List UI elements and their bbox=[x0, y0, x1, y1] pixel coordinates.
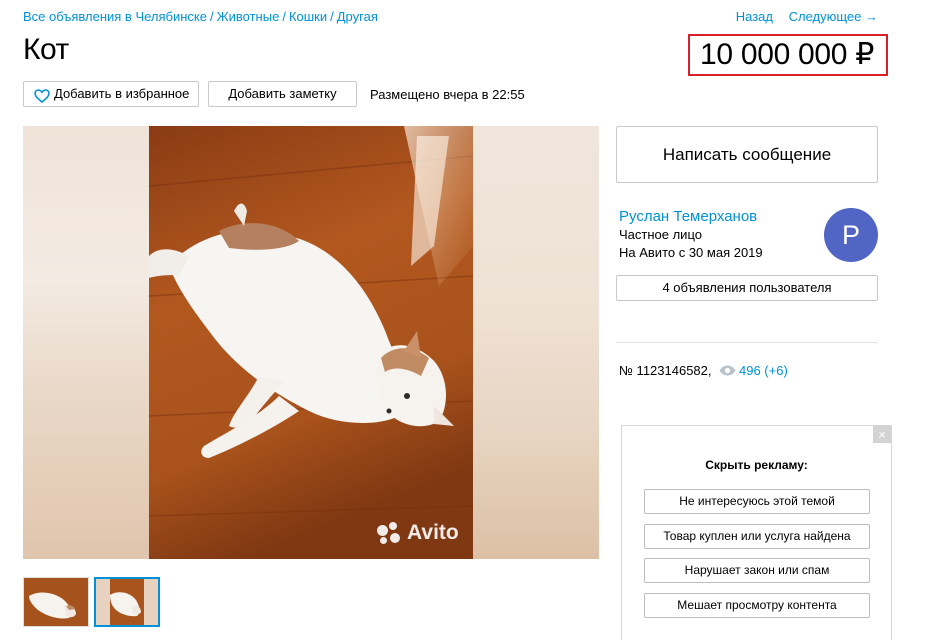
item-navigation: Назад Следующее → bbox=[724, 9, 878, 24]
hide-ad-option-obstructs-content[interactable]: Мешает просмотру контента bbox=[644, 593, 870, 618]
add-to-favorites-button[interactable]: Добавить в избранное bbox=[23, 81, 199, 107]
photo-thumbnail-2[interactable] bbox=[94, 577, 160, 627]
seller-name-link[interactable]: Руслан Темерханов bbox=[619, 208, 757, 225]
cat-photo bbox=[149, 126, 473, 559]
view-count-value: 496 (+6) bbox=[739, 363, 788, 378]
breadcrumb-link-all[interactable]: Все объявления в Челябинске bbox=[23, 9, 207, 24]
write-message-button[interactable]: Написать сообщение bbox=[616, 126, 878, 183]
seller-type: Частное лицо bbox=[619, 227, 702, 242]
view-count: 496 (+6) bbox=[719, 363, 788, 378]
price-highlight-box: 10 000 000 ₽ bbox=[688, 34, 888, 76]
breadcrumb-link-animals[interactable]: Животные bbox=[217, 9, 280, 24]
breadcrumb-link-cats[interactable]: Кошки bbox=[289, 9, 327, 24]
divider bbox=[616, 342, 878, 343]
hide-ad-title: Скрыть рекламу: bbox=[705, 458, 808, 472]
photo-thumbnail-1[interactable] bbox=[23, 577, 89, 627]
next-link[interactable]: Следующее → bbox=[789, 9, 878, 24]
avito-watermark: Avito bbox=[377, 521, 459, 545]
heart-icon bbox=[34, 87, 50, 104]
avatar[interactable]: Р bbox=[824, 208, 878, 262]
breadcrumb-separator: / bbox=[210, 9, 214, 24]
photo-blur-right bbox=[473, 126, 599, 559]
back-link[interactable]: Назад bbox=[736, 9, 773, 24]
ad-number: № 1123146582, bbox=[619, 363, 712, 378]
breadcrumb-separator: / bbox=[330, 9, 334, 24]
hide-ad-option-violates-law[interactable]: Нарушает закон или спам bbox=[644, 558, 870, 583]
avito-logo-icon bbox=[377, 522, 403, 545]
breadcrumb-separator: / bbox=[282, 9, 286, 24]
photo-blur-left bbox=[23, 126, 149, 559]
main-photo-gallery[interactable]: Avito bbox=[23, 126, 599, 559]
avito-watermark-text: Avito bbox=[407, 521, 459, 544]
breadcrumb: Все объявления в Челябинске / Животные / Кош… bbox=[23, 9, 378, 24]
user-ads-button[interactable]: 4 объявления пользователя bbox=[616, 275, 878, 301]
price: 10 000 000 ₽ bbox=[700, 38, 874, 71]
eye-icon bbox=[719, 364, 736, 376]
close-icon[interactable]: × bbox=[873, 426, 891, 443]
posted-date: Размещено вчера в 22:55 bbox=[370, 87, 525, 102]
add-note-button[interactable]: Добавить заметку bbox=[208, 81, 357, 107]
add-note-label: Добавить заметку bbox=[228, 86, 337, 101]
seller-since: На Авито с 30 мая 2019 bbox=[619, 245, 763, 260]
page-title: Кот bbox=[23, 33, 69, 66]
add-to-favorites-label: Добавить в избранное bbox=[54, 86, 190, 101]
hide-ad-option-not-interested[interactable]: Не интересуюсь этой темой bbox=[644, 489, 870, 514]
hide-ad-option-already-bought[interactable]: Товар куплен или услуга найдена bbox=[644, 524, 870, 549]
breadcrumb-link-other[interactable]: Другая bbox=[337, 9, 378, 24]
hide-ad-panel: × Скрыть рекламу: Не интересуюсь этой те… bbox=[621, 425, 892, 640]
